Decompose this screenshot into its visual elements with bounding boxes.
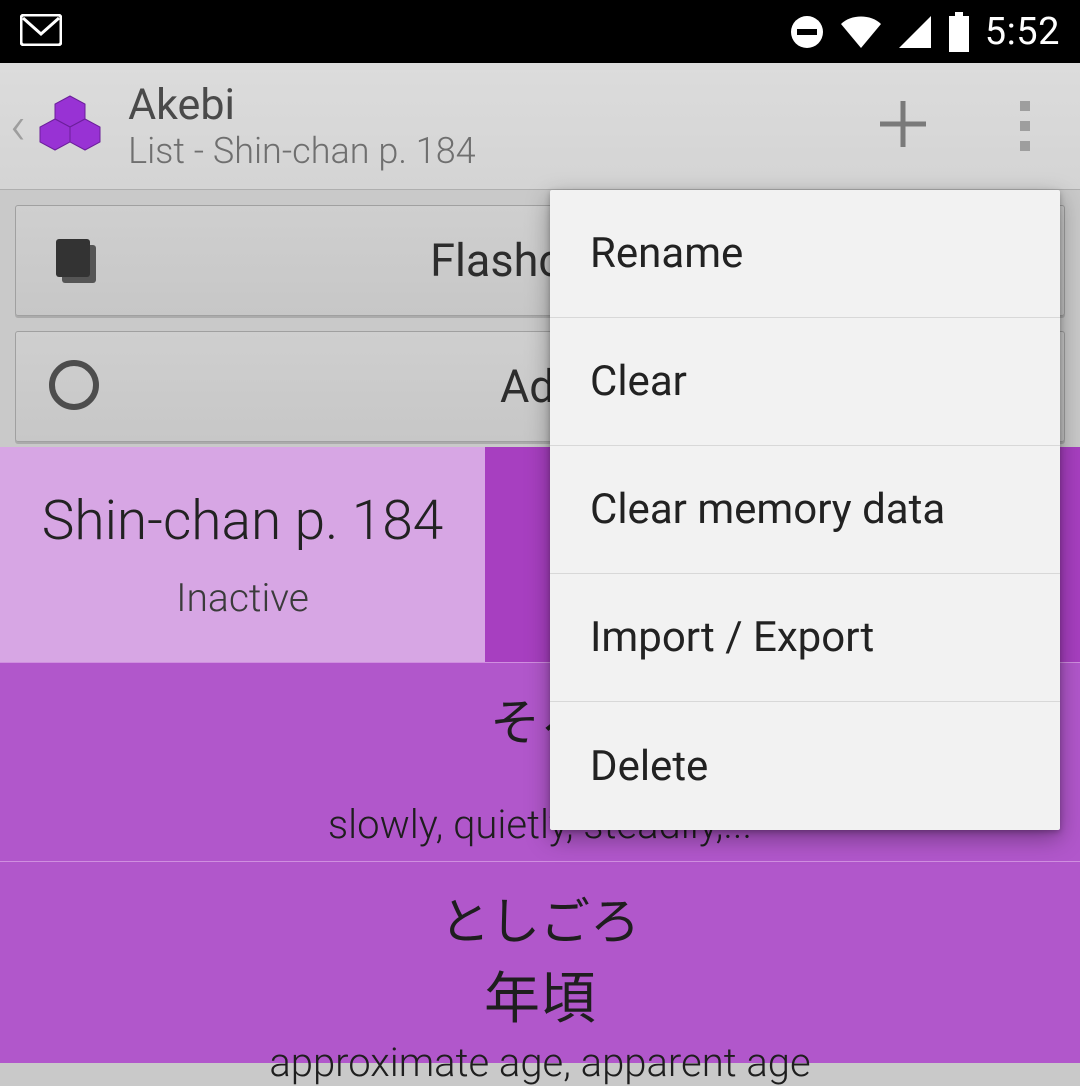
back-button[interactable]: ‹ [10, 95, 26, 158]
menu-item-clear-memory[interactable]: Clear memory data [550, 446, 1060, 574]
vocab-kanji: 年頃 [0, 954, 1080, 1035]
circle-icon [46, 357, 102, 417]
app-subtitle: List - Shin-chan p. 184 [128, 130, 476, 172]
dnd-icon [789, 14, 825, 50]
active-list-tile[interactable]: Shin-chan p. 184 Inactive [0, 447, 485, 662]
add-button[interactable] [876, 97, 930, 155]
vocab-reading: としごろ [0, 882, 1080, 954]
menu-item-clear[interactable]: Clear [550, 318, 1060, 446]
status-bar: 5:52 [0, 0, 1080, 63]
app-bar: ‹ Akebi List - Shin-chan p. 184 [0, 63, 1080, 190]
vocab-item[interactable]: としごろ 年頃 approximate age, apparent age [0, 861, 1080, 1063]
app-icon[interactable] [30, 86, 110, 166]
vocab-meaning: approximate age, apparent age [0, 1039, 1080, 1086]
list-name: Shin-chan p. 184 [42, 489, 443, 553]
menu-item-rename[interactable]: Rename [550, 190, 1060, 318]
gmail-icon [20, 14, 62, 46]
list-status: Inactive [176, 575, 309, 621]
app-title: Akebi [128, 80, 476, 130]
menu-item-import-export[interactable]: Import / Export [550, 574, 1060, 702]
status-time: 5:52 [985, 10, 1060, 54]
deck-icon [46, 229, 106, 293]
menu-item-delete[interactable]: Delete [550, 702, 1060, 830]
battery-icon [947, 12, 971, 52]
context-menu: Rename Clear Clear memory data Import / … [550, 190, 1060, 830]
overflow-menu-button[interactable] [1020, 101, 1030, 151]
cell-icon [897, 14, 933, 50]
wifi-icon [839, 14, 883, 50]
